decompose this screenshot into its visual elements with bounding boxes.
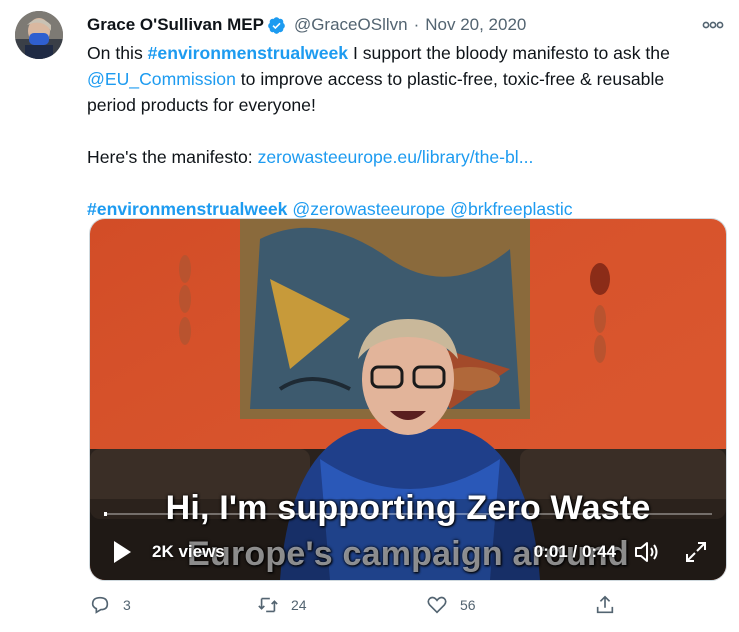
author-handle[interactable]: @GraceOSllvn <box>294 15 408 35</box>
tweet-actions: 3 24 56 <box>89 594 729 618</box>
hashtag-link[interactable]: #environmenstrualweek <box>148 43 348 63</box>
share-icon <box>596 595 614 614</box>
fullscreen-icon[interactable] <box>684 540 708 564</box>
video-progress-bar[interactable] <box>104 512 712 516</box>
video-player[interactable]: Hi, I'm supporting Zero Waste Europe's c… <box>89 218 727 581</box>
retweet-count: 24 <box>291 597 307 613</box>
video-views: 2K views <box>152 542 225 561</box>
share-button[interactable] <box>594 594 628 616</box>
header-separator: · <box>413 15 420 34</box>
text-segment: I support the bloody manifesto to ask th… <box>348 43 670 63</box>
mention-link[interactable]: @brkfreeplastic <box>450 199 573 219</box>
like-icon <box>427 596 447 614</box>
tweet-text: On this #environmenstrualweek I support … <box>87 40 727 222</box>
tweet-date[interactable]: Nov 20, 2020 <box>425 15 526 35</box>
text-segment: Here's the manifesto: <box>87 147 258 167</box>
manifesto-line: Here's the manifesto: zerowasteeurope.eu… <box>87 144 727 170</box>
verified-badge-icon <box>268 16 285 34</box>
like-count: 56 <box>460 597 476 613</box>
mention-link[interactable]: @EU_Commission <box>87 69 236 89</box>
mention-link[interactable]: @zerowasteeurope <box>292 199 445 219</box>
video-controls: 2K views 0:01 / 0:44 <box>90 520 726 580</box>
reply-count: 3 <box>123 597 131 613</box>
retweet-button[interactable]: 24 <box>257 594 307 616</box>
author-name[interactable]: Grace O'Sullivan MEP <box>87 15 264 35</box>
text-segment: to improve access to plastic-free, toxic… <box>235 69 665 89</box>
tweet-header: Grace O'Sullivan MEP @GraceOSllvn · Nov … <box>87 12 727 38</box>
volume-icon[interactable] <box>634 540 660 564</box>
text-segment: On this <box>87 43 148 63</box>
video-time: 0:01 / 0:44 <box>533 542 616 561</box>
play-icon[interactable] <box>112 540 132 564</box>
retweet-icon <box>258 597 278 613</box>
manifesto-link[interactable]: zerowasteeurope.eu/library/the-bl... <box>258 147 534 167</box>
reply-button[interactable]: 3 <box>89 594 131 616</box>
tweet-line-3: period products for everyone! <box>87 95 316 115</box>
hashtag-link[interactable]: #environmenstrualweek <box>87 199 287 219</box>
video-progress-fill <box>104 512 108 516</box>
author-avatar[interactable] <box>15 11 63 59</box>
like-button[interactable]: 56 <box>426 594 476 616</box>
tweet-line-2: @EU_Commission to improve access to plas… <box>87 66 727 92</box>
avatar-photo <box>15 11 63 59</box>
more-icon[interactable] <box>701 14 725 36</box>
tweet-line-1: On this #environmenstrualweek I support … <box>87 40 727 66</box>
reply-icon <box>91 596 109 614</box>
